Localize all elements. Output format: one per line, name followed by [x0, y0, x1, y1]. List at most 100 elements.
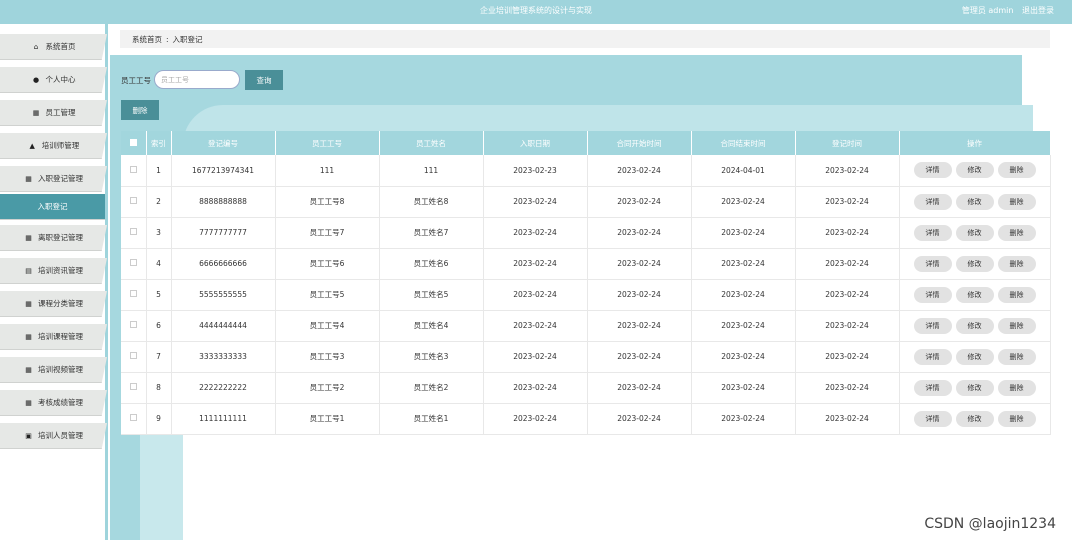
table-cell: 员工工号4 [275, 310, 380, 342]
table-cell: 2023-02-24 [691, 403, 796, 435]
user-role: 管理员 admin [961, 6, 1014, 15]
edit-button[interactable]: 修改 [955, 224, 994, 241]
detail-button[interactable]: 详情 [913, 286, 952, 303]
detail-button[interactable]: 详情 [913, 379, 952, 396]
row-select-cell[interactable] [121, 372, 147, 404]
edit-button[interactable]: 修改 [955, 193, 994, 210]
table-cell: 3 [146, 217, 172, 249]
table-cell: 2023-02-24 [483, 248, 588, 280]
row-checkbox[interactable] [129, 197, 137, 204]
grid-icon: ▦ [25, 332, 32, 341]
row-checkbox[interactable] [129, 383, 137, 390]
grid-icon: ▦ [25, 398, 32, 407]
table-cell: 8888888888 [171, 186, 276, 218]
column-header: 登记时间 [795, 131, 900, 155]
sidebar-item-label: 培训视频管理 [38, 365, 83, 374]
doc-icon: ▤ [25, 266, 32, 275]
table-cell: 2023-02-24 [795, 248, 900, 280]
table-cell: 1677213974341 [171, 155, 276, 187]
table-cell: 2023-02-24 [795, 279, 900, 311]
row-checkbox[interactable] [129, 290, 137, 297]
row-select-cell[interactable] [121, 341, 147, 373]
column-header: 入职日期 [483, 131, 588, 155]
content-decor [140, 430, 183, 540]
row-checkbox[interactable] [129, 259, 137, 266]
detail-button[interactable]: 详情 [913, 317, 952, 334]
sidebar-item-8[interactable]: ▦ 课程分类管理 [0, 291, 107, 317]
table-cell: 6 [146, 310, 172, 342]
row-select-cell[interactable] [121, 155, 147, 187]
top-bar: 企业培训管理系统的设计与实现 管理员 admin 退出登录 [0, 0, 1072, 24]
select-all-cell[interactable] [121, 131, 147, 155]
table-cell: 员工工号2 [275, 372, 380, 404]
detail-button[interactable]: 详情 [913, 348, 952, 365]
row-checkbox[interactable] [129, 352, 137, 359]
sidebar-item-label: 课程分类管理 [38, 299, 83, 308]
column-header: 员工工号 [275, 131, 380, 155]
edit-button[interactable]: 修改 [955, 286, 994, 303]
sidebar-item-1[interactable]: ● 个人中心 [0, 67, 107, 93]
query-button[interactable]: 查询 [245, 70, 283, 90]
sidebar: ⌂ 系统首页 ● 个人中心 ▦ 员工管理 ▲ 培训师管理 ▦ 入职登记管理 入职登记 ▦ 离职登记管理 ▤… [0, 24, 108, 540]
delete-button[interactable]: 删除 [997, 317, 1036, 334]
detail-button[interactable]: 详情 [913, 255, 952, 272]
sidebar-item-0[interactable]: ⌂ 系统首页 [0, 34, 107, 60]
row-select-cell[interactable] [121, 403, 147, 435]
delete-button[interactable]: 删除 [997, 379, 1036, 396]
table-cell: 2023-02-24 [691, 279, 796, 311]
row-select-cell[interactable] [121, 248, 147, 280]
batch-delete-button[interactable]: 删除 [121, 100, 159, 120]
detail-button[interactable]: 详情 [913, 162, 952, 179]
search-input[interactable] [154, 70, 240, 89]
breadcrumb: 系统首页: 入职登记 [120, 30, 1050, 48]
delete-button[interactable]: 删除 [997, 193, 1036, 210]
edit-button[interactable]: 修改 [955, 379, 994, 396]
select-all-checkbox[interactable] [129, 138, 137, 146]
table-row: 5 5555555555 员工工号5 员工姓名5 2023-02-24 2023-02-2… [121, 279, 1051, 311]
sidebar-item-9[interactable]: ▦ 培训课程管理 [0, 324, 107, 350]
row-select-cell[interactable] [121, 279, 147, 311]
detail-button[interactable]: 详情 [913, 224, 952, 241]
sidebar-item-7[interactable]: ▤ 培训资讯管理 [0, 258, 107, 284]
edit-button[interactable]: 修改 [955, 317, 994, 334]
sidebar-item-12[interactable]: ▣ 培训人员管理 [0, 423, 107, 449]
row-checkbox[interactable] [129, 165, 137, 173]
edit-button[interactable]: 修改 [955, 255, 994, 272]
breadcrumb-home[interactable]: 系统首页 [132, 35, 162, 44]
delete-button[interactable]: 删除 [997, 286, 1036, 303]
sidebar-item-6[interactable]: ▦ 离职登记管理 [0, 225, 107, 251]
detail-button[interactable]: 详情 [913, 410, 952, 427]
sidebar-item-10[interactable]: ▦ 培训视频管理 [0, 357, 107, 383]
row-checkbox[interactable] [129, 228, 137, 235]
delete-button[interactable]: 删除 [997, 224, 1036, 241]
sidebar-item-11[interactable]: ▦ 考核成绩管理 [0, 390, 107, 416]
app-title: 企业培训管理系统的设计与实现 [480, 6, 592, 15]
delete-button[interactable]: 删除 [997, 348, 1036, 365]
table-cell: 6666666666 [171, 248, 276, 280]
table-cell: 员工姓名1 [379, 403, 484, 435]
table-row: 1 1677213974341 111 111 2023-02-23 2023-02-24… [121, 155, 1051, 187]
row-checkbox[interactable] [129, 414, 137, 421]
table-cell: 2023-02-24 [587, 372, 692, 404]
row-select-cell[interactable] [121, 310, 147, 342]
actions-cell: 详情 修改 删除 [899, 217, 1051, 249]
sidebar-item-4[interactable]: ▦ 入职登记管理 [0, 166, 107, 192]
sidebar-item-5[interactable]: 入职登记 [0, 194, 105, 220]
edit-button[interactable]: 修改 [955, 410, 994, 427]
delete-button[interactable]: 删除 [997, 255, 1036, 272]
edit-button[interactable]: 修改 [955, 162, 994, 179]
edit-button[interactable]: 修改 [955, 348, 994, 365]
delete-button[interactable]: 删除 [997, 162, 1036, 179]
delete-button[interactable]: 删除 [997, 410, 1036, 427]
detail-button[interactable]: 详情 [913, 193, 952, 210]
sidebar-item-2[interactable]: ▦ 员工管理 [0, 100, 107, 126]
sidebar-item-3[interactable]: ▲ 培训师管理 [0, 133, 107, 159]
table-cell: 2023-02-24 [795, 372, 900, 404]
row-select-cell[interactable] [121, 186, 147, 218]
table-cell: 2023-02-24 [691, 341, 796, 373]
sidebar-item-label: 培训师管理 [41, 141, 80, 150]
row-select-cell[interactable] [121, 217, 147, 249]
row-checkbox[interactable] [129, 321, 137, 328]
table-cell: 4444444444 [171, 310, 276, 342]
logout-link[interactable]: 退出登录 [1022, 6, 1054, 15]
